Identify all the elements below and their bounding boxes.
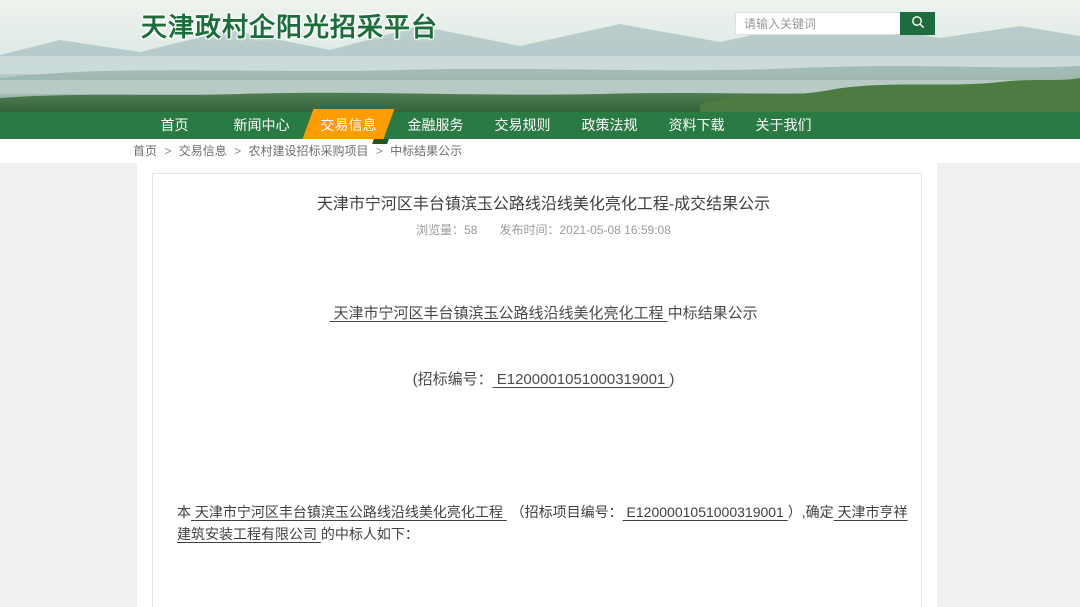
nav-item-label: 交易规则 [495, 117, 551, 133]
search-input[interactable] [735, 12, 900, 35]
nav-item-finance[interactable]: 金融服务 [392, 112, 479, 139]
nav-item-label: 政策法规 [582, 117, 638, 133]
intro-post: 的中标人如下： [321, 526, 419, 542]
breadcrumb-item-home[interactable]: 首页 [133, 144, 157, 158]
content-card: 天津市宁河区丰台镇滨玉公路线沿线美化亮化工程-成交结果公示 浏览量：58 发布时间… [152, 173, 922, 607]
notice-subtitle-line1: 天津市宁河区丰台镇滨玉公路线沿线美化亮化工程 中标结果公示 [177, 303, 910, 325]
nav-item-label: 金融服务 [408, 117, 464, 133]
breadcrumb-separator: > [234, 144, 241, 158]
search-box [735, 12, 935, 35]
notice-subtitle: 天津市宁河区丰台镇滨玉公路线沿线美化亮化工程 中标结果公示 (招标编号： E12… [177, 259, 910, 435]
search-icon [911, 15, 925, 32]
article-body: 本 天津市宁河区丰台镇滨玉公路线沿线美化亮化工程 （招标项目编号： E12000… [177, 457, 910, 607]
nav-item-news[interactable]: 新闻中心 [218, 112, 305, 139]
nav-item-home[interactable]: 首页 [131, 112, 218, 139]
nav-item-trade-info[interactable]: 交易信息 [305, 112, 392, 139]
nav-item-label: 首页 [161, 117, 189, 133]
page: 天津政村企阳光招采平台 首页 新闻中心 交易信息 [0, 0, 1080, 607]
nav-item-label: 交易信息 [321, 117, 377, 133]
breadcrumb-separator: > [164, 144, 171, 158]
views-count: 58 [464, 223, 477, 237]
nav-item-label: 资料下载 [669, 117, 725, 133]
intro-paragraph: 本 天津市宁河区丰台镇滨玉公路线沿线美化亮化工程 （招标项目编号： E12000… [177, 501, 910, 545]
search-button[interactable] [900, 12, 935, 35]
bid-number: E1200001051000319001 [493, 371, 670, 388]
article-meta: 浏览量：58 发布时间：2021-05-08 16:59:08 [177, 222, 910, 238]
article-title: 天津市宁河区丰台镇滨玉公路线沿线美化亮化工程-成交结果公示 [177, 194, 910, 216]
breadcrumb-item-rural-projects[interactable]: 农村建设招标采购项目 [248, 144, 368, 158]
intro-project-code: E1200001051000319001 [623, 504, 788, 520]
breadcrumb: 首页 > 交易信息 > 农村建设招标采购项目 > 中标结果公示 [0, 139, 1080, 163]
breadcrumb-separator: > [376, 144, 383, 158]
intro-mid2: ）,确定 [788, 504, 834, 520]
publish-time-label: 发布时间： [499, 223, 559, 237]
bid-number-label: (招标编号： [413, 371, 493, 388]
intro-pre: 本 [177, 504, 191, 520]
nav-item-policy[interactable]: 政策法规 [566, 112, 653, 139]
breadcrumb-item-trade-info[interactable]: 交易信息 [179, 144, 227, 158]
project-name: 天津市宁河区丰台镇滨玉公路线沿线美化亮化工程 [329, 305, 667, 322]
main-nav: 首页 新闻中心 交易信息 金融服务 交易规则 政策法规 资料下载 关于我们 [0, 112, 1080, 139]
nav-item-about[interactable]: 关于我们 [740, 112, 827, 139]
nav-item-trade-rules[interactable]: 交易规则 [479, 112, 566, 139]
bid-number-suffix: ) [669, 371, 674, 388]
intro-mid: （招标项目编号： [507, 504, 623, 520]
publish-time: 2021-05-08 16:59:08 [559, 223, 670, 237]
nav-item-label: 新闻中心 [234, 117, 290, 133]
notice-subtitle-line2: (招标编号： E1200001051000319001 ) [177, 369, 910, 391]
breadcrumb-item-result-notice[interactable]: 中标结果公示 [390, 144, 462, 158]
nav-item-downloads[interactable]: 资料下载 [653, 112, 740, 139]
content-wrapper: 天津市宁河区丰台镇滨玉公路线沿线美化亮化工程-成交结果公示 浏览量：58 发布时间… [137, 163, 937, 607]
subtitle-suffix: 中标结果公示 [668, 305, 758, 322]
views-label: 浏览量： [416, 223, 464, 237]
intro-project-name: 天津市宁河区丰台镇滨玉公路线沿线美化亮化工程 [191, 504, 507, 520]
site-title: 天津政村企阳光招采平台 [141, 7, 438, 44]
nav-item-label: 关于我们 [756, 117, 812, 133]
active-tab-fold [372, 139, 389, 144]
header-banner: 天津政村企阳光招采平台 [0, 0, 1080, 112]
main-area: 天津市宁河区丰台镇滨玉公路线沿线美化亮化工程-成交结果公示 浏览量：58 发布时间… [0, 163, 1080, 607]
